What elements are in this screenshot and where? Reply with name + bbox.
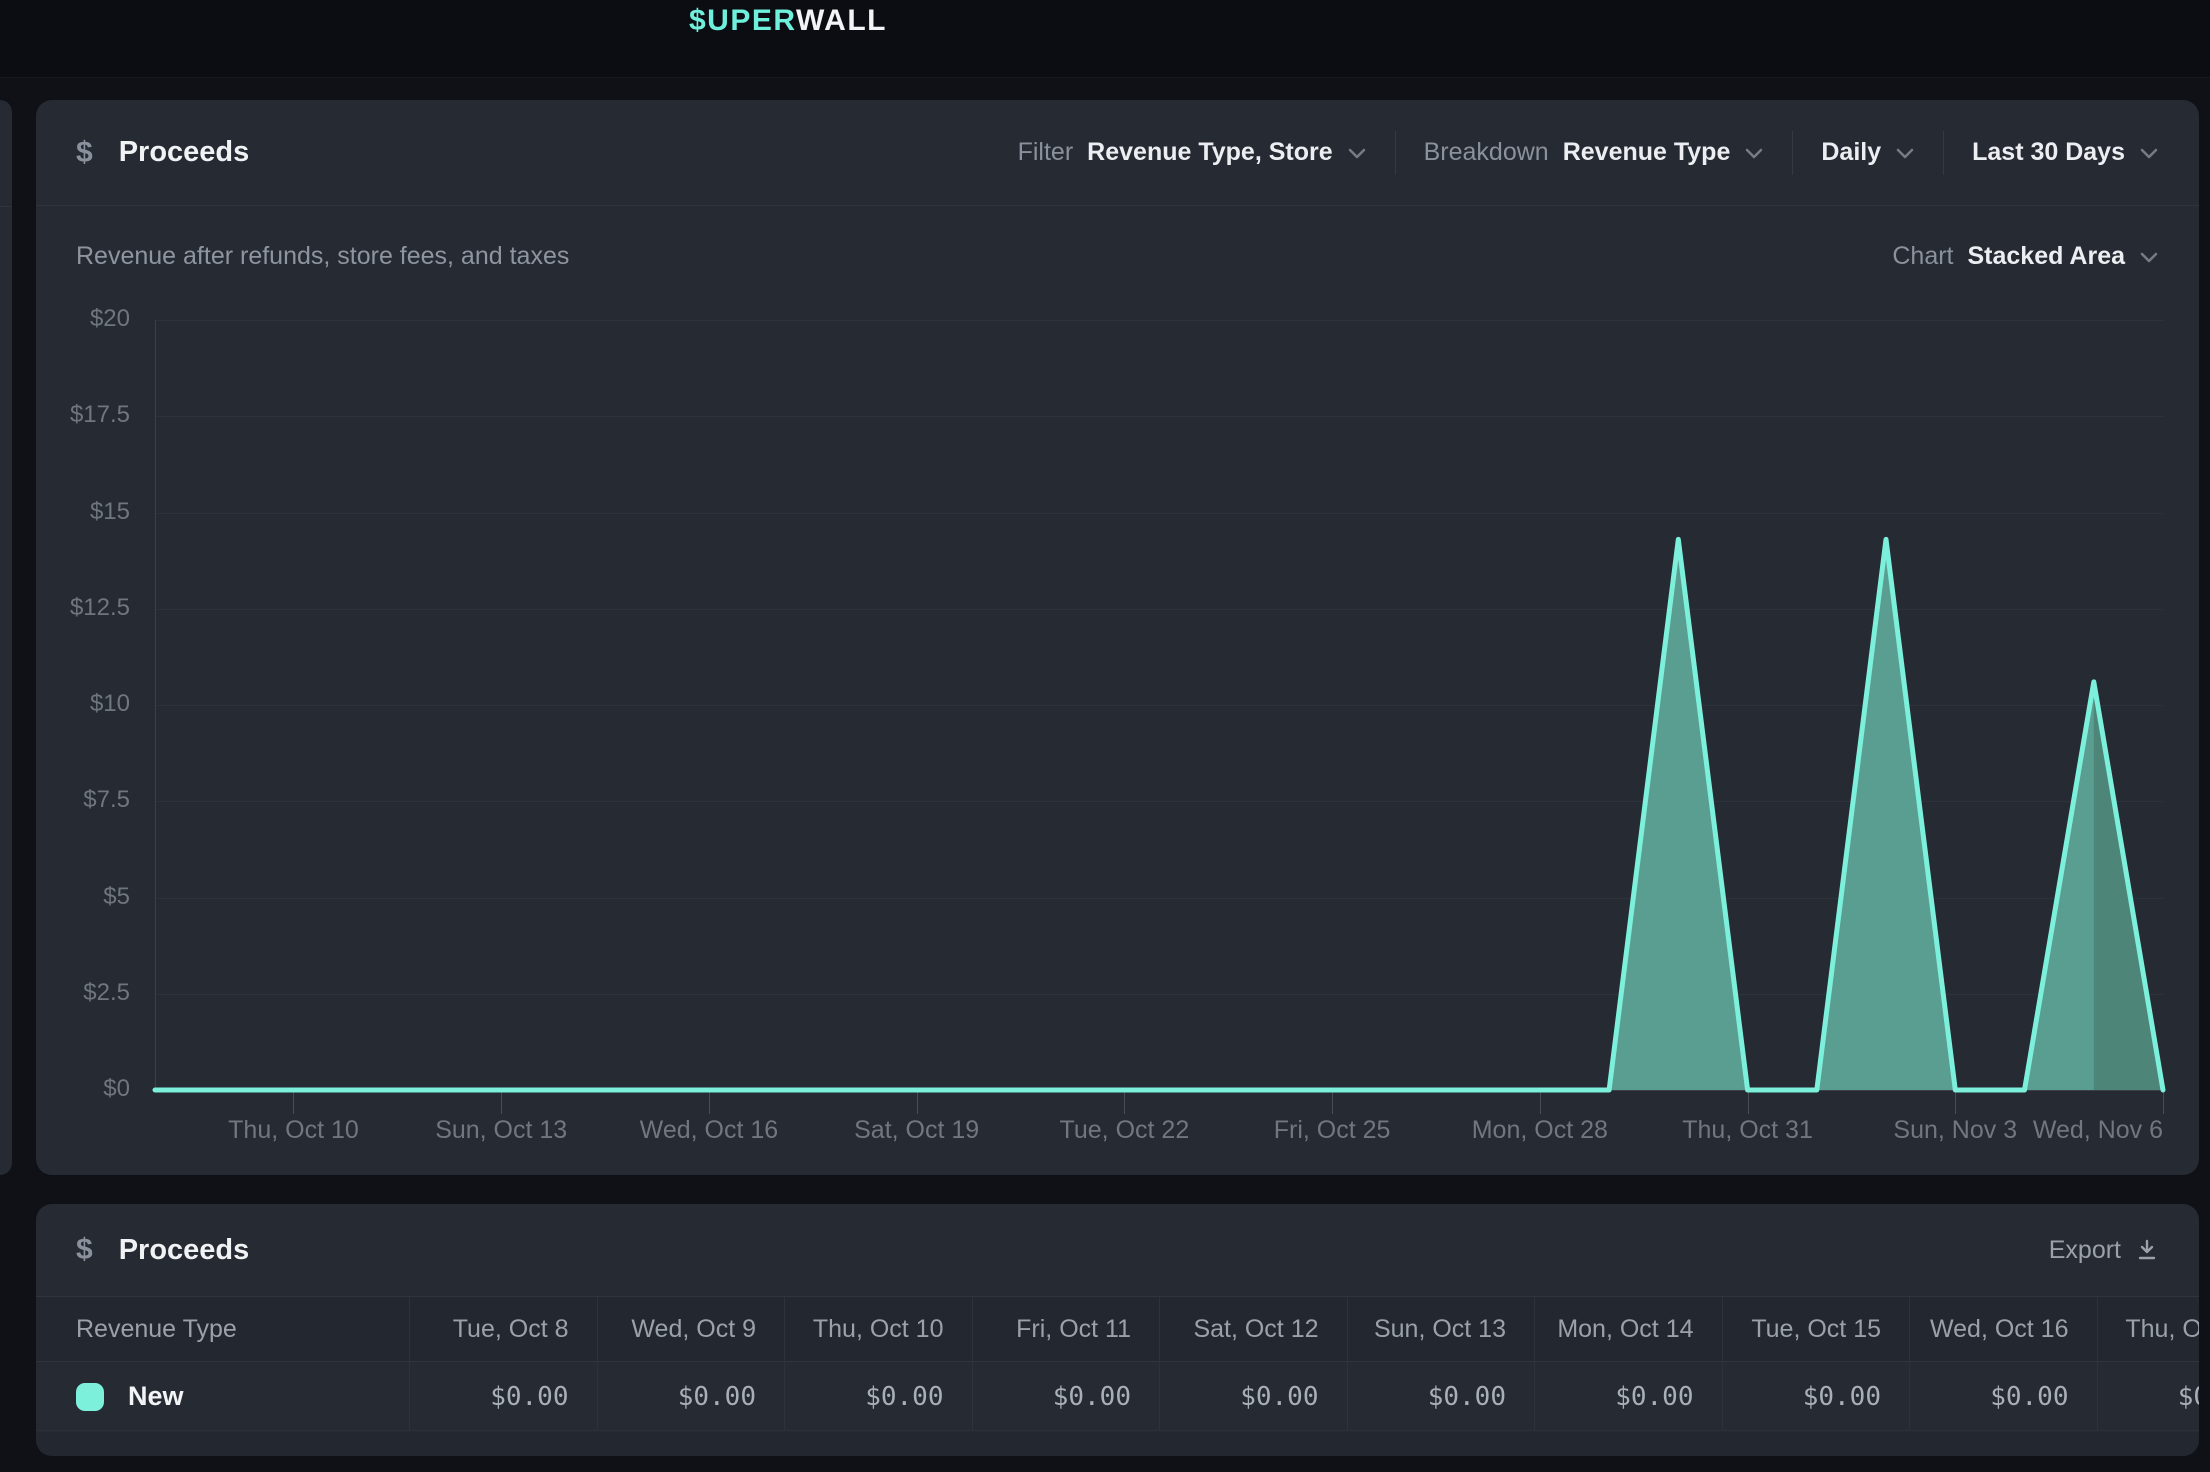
value-text: $0.00 [1615, 1382, 1693, 1412]
proceeds-chart-plot[interactable] [155, 320, 2163, 1090]
x-axis-label: Wed, Nov 6 [1943, 1116, 2163, 1145]
y-axis-label: $5 [36, 883, 130, 911]
table-cell-value: $0.00 [784, 1363, 972, 1430]
x-axis-tick [2163, 1090, 2164, 1114]
x-axis-label: Thu, Oct 31 [1638, 1116, 1858, 1145]
table-header-cell: Revenue Type [36, 1297, 409, 1361]
top-bar: $UPERWALL [0, 0, 2210, 78]
table-cell-value: $0.00 [1722, 1363, 1910, 1430]
table-cell-revenue-type: New [36, 1363, 409, 1430]
partial-card-left [0, 100, 12, 1175]
table-header-row: Revenue Type Tue, Oct 8 Wed, Oct 9 Thu, Oct… [36, 1296, 2199, 1362]
value-text: $0.00 [1428, 1382, 1506, 1412]
table-footer-strip [36, 1432, 2199, 1456]
table-cell-value: $0.00 [972, 1363, 1160, 1430]
download-icon [2135, 1238, 2159, 1262]
dollar-icon: $ [76, 1233, 93, 1267]
table-header-cell: Thu, Oct 17 [2097, 1297, 2200, 1361]
proceeds-table-card: $ Proceeds Export Revenue Type Tue, Oct 8… [36, 1204, 2199, 1456]
y-axis-label: $12.5 [36, 594, 130, 622]
table-cell-value: $0.00 [597, 1363, 785, 1430]
table-header-text: Wed, Oct 16 [1930, 1315, 2069, 1344]
x-axis-tick [1955, 1090, 1956, 1114]
value-text: $0.00 [490, 1382, 568, 1412]
table-header-cell: Mon, Oct 14 [1534, 1297, 1722, 1361]
x-axis-tick [1540, 1090, 1541, 1114]
table-header-text: Mon, Oct 14 [1557, 1315, 1693, 1344]
value-text: $0.00 [865, 1382, 943, 1412]
table-header-cell: Thu, Oct 10 [784, 1297, 972, 1361]
table-cell-value: $0.00 [2097, 1363, 2200, 1430]
table-cell-value: $0.00 [409, 1363, 597, 1430]
table-header-text: Thu, Oct 10 [813, 1315, 944, 1344]
series-color-swatch [76, 1383, 104, 1411]
table-header-text: Tue, Oct 15 [1751, 1315, 1881, 1344]
y-axis-label: $20 [36, 305, 130, 333]
table-header-text: Thu, Oct 17 [2125, 1315, 2199, 1344]
x-axis-label: Wed, Oct 16 [599, 1116, 819, 1145]
y-axis-label: $10 [36, 690, 130, 718]
value-text: $0.00 [1803, 1382, 1881, 1412]
table-header-cell: Tue, Oct 15 [1722, 1297, 1910, 1361]
table-header-cell: Wed, Oct 9 [597, 1297, 785, 1361]
x-axis-tick [709, 1090, 710, 1114]
table-header-text: Revenue Type [76, 1315, 237, 1344]
table-header-cell: Sat, Oct 12 [1159, 1297, 1347, 1361]
y-axis-label: $2.5 [36, 979, 130, 1007]
x-axis-label: Thu, Oct 10 [183, 1116, 403, 1145]
table-cell-value: $0.00 [1534, 1363, 1722, 1430]
table-header-cell: Fri, Oct 11 [972, 1297, 1160, 1361]
x-axis-tick [501, 1090, 502, 1114]
logo-rest-text: WALL [796, 4, 887, 37]
x-axis-tick [293, 1090, 294, 1114]
y-axis-label: $17.5 [36, 401, 130, 429]
area-fill [155, 539, 2163, 1090]
x-axis-tick [1124, 1090, 1125, 1114]
value-text: $0.00 [2178, 1382, 2199, 1412]
logo-accent-text: $UPER [689, 4, 796, 37]
value-text: $0.00 [1990, 1382, 2068, 1412]
table-header-cell: Sun, Oct 13 [1347, 1297, 1535, 1361]
table-header-text: Fri, Oct 11 [1016, 1315, 1131, 1344]
table-header-cell: Wed, Oct 16 [1909, 1297, 2097, 1361]
table-cell-value: $0.00 [1909, 1363, 2097, 1430]
table-header-text: Sat, Oct 12 [1193, 1315, 1318, 1344]
table-card-title: Proceeds [119, 1234, 250, 1267]
x-axis-tick [917, 1090, 918, 1114]
x-axis-label: Fri, Oct 25 [1222, 1116, 1442, 1145]
x-axis-label: Tue, Oct 22 [1014, 1116, 1234, 1145]
partial-card-divider [0, 206, 12, 207]
table-card-header: $ Proceeds Export [36, 1204, 2199, 1296]
value-text: $0.00 [1053, 1382, 1131, 1412]
superwall-logo[interactable]: $UPERWALL [689, 1, 887, 41]
y-axis-label: $0 [36, 1075, 130, 1103]
export-button[interactable]: Export [2049, 1236, 2159, 1265]
y-axis-label: $7.5 [36, 786, 130, 814]
table-header-text: Tue, Oct 8 [453, 1315, 569, 1344]
export-label: Export [2049, 1236, 2121, 1265]
x-axis-label: Mon, Oct 28 [1430, 1116, 1650, 1145]
x-axis-tick [1332, 1090, 1333, 1114]
proceeds-chart[interactable]: $20 $17.5 $15 $12.5 $10 $7.5 $5 $2.5 $0 Thu, Oct … [36, 100, 2199, 1175]
page: $UPERWALL $ Proceeds Filter Revenue Type… [0, 0, 2210, 1472]
series-name: New [128, 1381, 184, 1412]
x-axis-label: Sun, Oct 13 [391, 1116, 611, 1145]
x-axis-label: Sat, Oct 19 [807, 1116, 1027, 1145]
y-axis-label: $15 [36, 498, 130, 526]
value-text: $0.00 [678, 1382, 756, 1412]
table-header-text: Wed, Oct 9 [631, 1315, 756, 1344]
table-row[interactable]: New $0.00 $0.00 $0.00 $0.00 $0.00 $0.00 $0.00 $0… [36, 1363, 2199, 1431]
table-header-cell: Tue, Oct 8 [409, 1297, 597, 1361]
table-cell-value: $0.00 [1347, 1363, 1535, 1430]
value-text: $0.00 [1240, 1382, 1318, 1412]
table-cell-value: $0.00 [1159, 1363, 1347, 1430]
x-axis-tick [1748, 1090, 1749, 1114]
table-header-text: Sun, Oct 13 [1374, 1315, 1506, 1344]
proceeds-chart-card: $ Proceeds Filter Revenue Type, Store Br… [36, 100, 2199, 1175]
